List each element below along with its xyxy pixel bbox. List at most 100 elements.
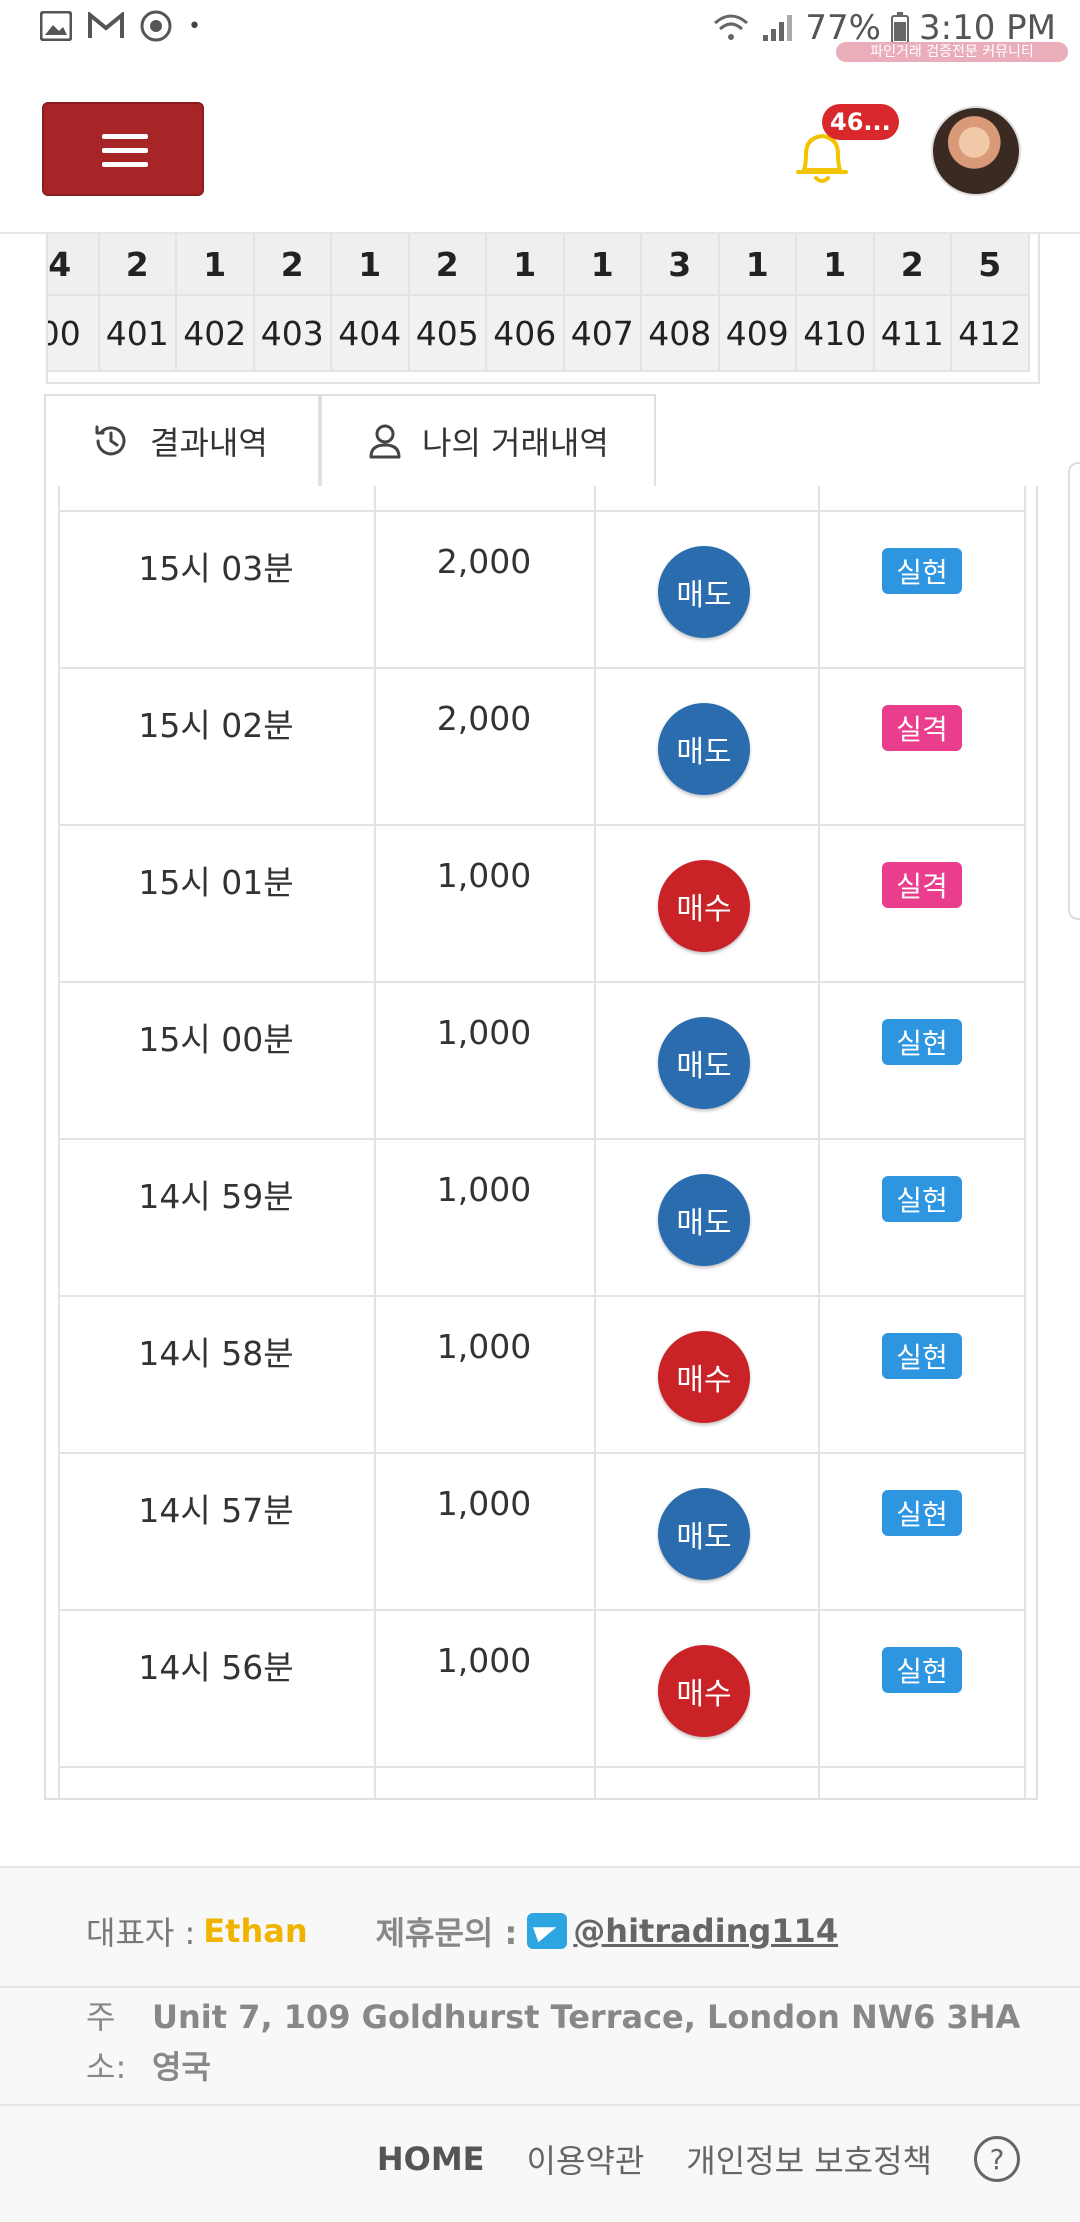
strip-value-cell: 1: [177, 234, 255, 294]
tab-my-trades[interactable]: 나의 거래내역: [320, 394, 656, 488]
terms-link[interactable]: 이용약관: [527, 2136, 645, 2182]
battery-icon: [891, 12, 909, 44]
footer: 대표자 : Ethan 제휴문의 : @hitrading114 주 소: Un…: [0, 1866, 1080, 2222]
trade-amount: 1,000: [436, 1170, 532, 1209]
result-badge: 실격: [882, 862, 962, 908]
chrome-icon: [140, 10, 172, 42]
app-header: 46...: [0, 62, 1080, 234]
strip-round-cell: 405: [409, 294, 487, 372]
table-row: 14시 58분 1,000 매수 실현: [58, 1295, 1026, 1452]
strip-round-cell: 403: [254, 294, 332, 372]
strip-value-cell: 1: [332, 234, 410, 294]
address-label-1: 주: [86, 1998, 116, 2036]
home-link[interactable]: HOME: [377, 2140, 485, 2178]
table-row: 14시 57분 1,000 매도 실현: [58, 1452, 1026, 1609]
strip-round-cell: 00: [48, 294, 100, 372]
ceo-name: Ethan: [203, 1912, 308, 1950]
more-dot-icon: •: [188, 13, 201, 39]
result-badge: 실현: [882, 548, 962, 594]
telegram-link[interactable]: @hitrading114: [573, 1912, 838, 1950]
address-label-2: 소:: [86, 2048, 127, 2086]
result-badge: 실현: [882, 1176, 962, 1222]
trade-time: 15시 03분: [138, 549, 294, 588]
telegram-icon: [527, 1913, 568, 1949]
strip-value-cell: 1: [487, 234, 565, 294]
hamburger-icon-line: [102, 162, 148, 167]
sell-badge: 매도: [658, 703, 750, 795]
strip-value-cell: 5: [952, 234, 1030, 294]
strip-round-cell: 402: [177, 294, 255, 372]
table-row: 15시 01분 1,000 매수 실격: [58, 824, 1026, 981]
tab-results[interactable]: 결과내역: [44, 394, 320, 486]
strip-round-cell: 409: [719, 294, 797, 372]
user-icon: [369, 424, 401, 459]
trade-time: 15시 01분: [138, 863, 294, 902]
strip-value-cell: 2: [99, 234, 177, 294]
trade-amount: 1,000: [436, 1327, 532, 1366]
status-bar: • 77% 3:10 PM 파인거래 검증전문 커뮤니티: [0, 0, 1080, 62]
table-row: 14시 59분 1,000 매도 실현: [58, 1138, 1026, 1295]
strip-round-cell: 401: [99, 294, 177, 372]
table-row: 15시 02분 2,000 매도 실격: [58, 667, 1026, 824]
hamburger-icon: [102, 134, 148, 139]
strip-values-row: 4212121131125: [48, 234, 1030, 294]
trade-time: 14시 56분: [138, 1648, 294, 1687]
sell-badge: 매도: [658, 1017, 750, 1109]
address-line-1: Unit 7, 109 Goldhurst Terrace, London NW…: [152, 1998, 1021, 2036]
footer-divider: [0, 2104, 1080, 2106]
strip-round-cell: 412: [952, 294, 1030, 372]
privacy-link[interactable]: 개인정보 보호정책: [686, 2136, 932, 2182]
trade-time: 15시 00분: [138, 1020, 294, 1059]
menu-button[interactable]: [42, 102, 204, 196]
strip-value-cell: 2: [254, 234, 332, 294]
footer-divider: [0, 1986, 1080, 1988]
strip-value-cell: 2: [874, 234, 952, 294]
trade-amount: 1,000: [436, 856, 532, 895]
help-icon[interactable]: ?: [974, 2136, 1020, 2182]
sell-badge: 매도: [658, 546, 750, 638]
strip-round-row: 00401402403404405406407408409410411412: [48, 294, 1030, 372]
result-badge: 실현: [882, 1490, 962, 1536]
strip-value-cell: 1: [564, 234, 642, 294]
ceo-label: 대표자 :: [86, 1914, 196, 1952]
strip-round-cell: 408: [642, 294, 720, 372]
address-line-2: 영국: [152, 2048, 211, 2086]
trade-amount: 1,000: [436, 1484, 532, 1523]
side-drawer-handle[interactable]: [1068, 462, 1080, 920]
table-row: 15시 03분 2,000 매도 실현: [58, 510, 1026, 667]
tab-results-label: 결과내역: [150, 424, 268, 462]
strip-round-cell: 406: [487, 294, 565, 372]
trade-time: 15시 02분: [138, 706, 294, 745]
strip-value-cell: 1: [719, 234, 797, 294]
result-badge: 실격: [882, 705, 962, 751]
trade-history-table[interactable]: 15시 03분 2,000 매도 실현 15시 02분 2,000 매도 실격 15시 01분 1…: [44, 486, 1038, 1800]
buy-badge: 매수: [658, 1645, 750, 1737]
strip-value-cell: 2: [409, 234, 487, 294]
trade-amount: 2,000: [436, 699, 532, 738]
result-number-strip: 4212121131125 00401402403404405406407408…: [46, 234, 1040, 384]
watermark: 파인거래 검증전문 커뮤니티: [836, 42, 1068, 62]
buy-badge: 매수: [658, 860, 750, 952]
notification-badge: 46...: [822, 104, 899, 140]
gmail-icon: [88, 12, 124, 38]
strip-value-cell: 1: [797, 234, 875, 294]
signal-icon: [763, 15, 793, 41]
buy-badge: 매수: [658, 1331, 750, 1423]
wifi-icon: [714, 14, 749, 40]
trade-amount: 1,000: [436, 1013, 532, 1052]
result-badge: 실현: [882, 1019, 962, 1065]
strip-round-cell: 407: [564, 294, 642, 372]
status-left-icons: •: [40, 10, 201, 42]
result-badge: 실현: [882, 1333, 962, 1379]
tab-bar: 결과내역 나의 거래내역: [44, 394, 1038, 488]
trade-time: 14시 57분: [138, 1491, 294, 1530]
table-row: [58, 1766, 1026, 1786]
sell-badge: 매도: [658, 1488, 750, 1580]
table-row: 14시 56분 1,000 매수 실현: [58, 1609, 1026, 1766]
strip-round-cell: 411: [874, 294, 952, 372]
trade-time: 14시 59분: [138, 1177, 294, 1216]
trade-amount: 1,000: [436, 1641, 532, 1680]
avatar[interactable]: [931, 106, 1021, 196]
footer-contact: 대표자 : Ethan 제휴문의 : @hitrading114: [86, 1908, 838, 1954]
trade-amount: 2,000: [436, 542, 532, 581]
